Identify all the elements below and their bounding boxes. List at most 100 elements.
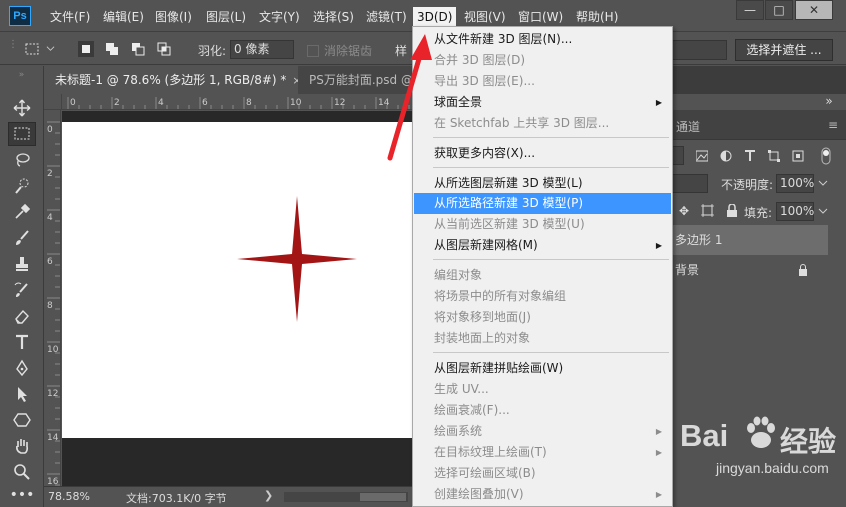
toolbar-grip-icon[interactable]: » [6,70,38,90]
close-window-button[interactable]: ✕ [795,0,833,20]
menu-select[interactable]: 选择(S) [313,8,354,26]
menu-view[interactable]: 视图(V) [464,8,506,26]
shape-tool[interactable] [8,408,36,432]
scrollbar-thumb[interactable] [360,493,406,501]
add-to-selection-icon[interactable] [104,41,120,57]
panel-collapse-icon[interactable]: » [822,94,836,108]
menu-item-merge-3d-layers[interactable]: 合并 3D 图层(D) [414,50,671,71]
menu-item-new-mesh-from-layer[interactable]: 从图层新建网格(M) ▶ [414,235,671,256]
adjustment-filter-icon[interactable] [720,150,732,162]
menu-item-get-more-content[interactable]: 获取更多内容(X)... [414,143,671,164]
lock-position-icon[interactable]: ✥ [677,204,691,218]
move-tool[interactable] [8,96,36,120]
menu-edit[interactable]: 编辑(E) [103,8,144,26]
menu-item-new-3d-from-layer[interactable]: 从所选图层新建 3D 模型(L) [414,173,671,194]
filter-toggle-icon[interactable] [820,147,832,165]
menu-item-paint-on-target-texture[interactable]: 在目标纹理上绘画(T) ▶ [414,442,671,463]
blend-mode-select[interactable] [670,174,708,193]
panel-menu-icon[interactable]: ≡ [828,118,838,132]
intersect-selection-icon[interactable] [156,41,172,57]
menu-item-export-3d-layer[interactable]: 导出 3D 图层(E)... [414,71,671,92]
shape-filter-icon[interactable] [768,150,780,162]
quick-selection-tool[interactable] [8,174,36,198]
pen-tool[interactable] [8,356,36,380]
chevron-down-icon[interactable] [818,206,828,216]
menu-help[interactable]: 帮助(H) [576,8,618,26]
layer-row-background[interactable]: 背景 [670,255,846,285]
type-tool[interactable] [8,330,36,354]
horizontal-scrollbar[interactable] [284,492,408,502]
move-icon [13,99,31,117]
menu-item-create-painting-overlay[interactable]: 创建绘图叠加(V) ▶ [414,484,671,505]
document-canvas[interactable] [62,122,412,438]
menu-type[interactable]: 文字(Y) [259,8,300,26]
antialias-checkbox[interactable]: 消除锯齿 [307,42,372,59]
minimize-button[interactable]: — [736,0,764,20]
stamp-tool[interactable] [8,252,36,276]
image-filter-icon[interactable] [696,150,708,162]
menu-item-new-3d-from-selection[interactable]: 从当前选区新建 3D 模型(U) [414,214,671,235]
tab-untitled-1[interactable]: 未标题-1 @ 78.6% (多边形 1, RGB/8#) * × [44,66,302,94]
fill-label: 填充: [744,206,773,220]
zoom-icon [14,464,30,480]
history-brush-tool[interactable] [8,278,36,302]
menu-item-spherical-panorama[interactable]: 球面全景 ▶ [414,92,671,113]
menu-item-new-tiled-painting[interactable]: 从图层新建拼贴绘画(W) [414,358,671,379]
menu-item-paint-system[interactable]: 绘画系统 ▶ [414,421,671,442]
ruler-tick-label: 8 [246,98,252,108]
chevron-down-icon[interactable] [46,44,55,53]
zoom-tool[interactable] [8,460,36,484]
menu-item-group-all-objects[interactable]: 将场景中的所有对象编组 [414,286,671,307]
lock-artboard-icon[interactable] [701,204,714,217]
height-field[interactable] [672,40,727,60]
submenu-arrow-icon: ▶ [655,448,662,457]
horizontal-ruler: 0246810121416 [62,94,412,110]
four-point-star-shape[interactable] [237,196,357,322]
select-and-mask-button[interactable]: 选择并遮住 ... [735,39,833,61]
maximize-button[interactable]: □ [765,0,793,20]
menu-item-generate-uv[interactable]: 生成 UV... [414,379,671,400]
feather-input[interactable]: 0 像素 [230,40,294,59]
ruler-tick-label: 6 [47,257,53,267]
path-selection-tool[interactable] [8,382,36,406]
rectangular-marquee-tool[interactable] [8,122,36,146]
lock-all-icon[interactable] [726,204,738,217]
zoom-level[interactable]: 78.58% [48,490,90,503]
menu-window[interactable]: 窗口(W) [518,8,563,26]
ruler-tick-label: 8 [47,301,53,311]
menu-layer[interactable]: 图层(L) [206,8,246,26]
eyedropper-tool[interactable] [8,200,36,224]
opacity-input[interactable]: 100% [776,174,814,193]
ruler-tick-label: 14 [378,98,390,108]
ruler-ticks: 0246810121416 [67,97,410,109]
brush-tool[interactable] [8,226,36,250]
layer-row-polygon[interactable]: 多边形 1 [670,225,828,255]
new-selection-icon[interactable] [78,41,94,57]
menu-item-paint-falloff[interactable]: 绘画衰减(F)... [414,400,671,421]
chevron-down-icon[interactable] [818,178,828,188]
menu-item-select-paintable-areas[interactable]: 选择可绘画区域(B) [414,463,671,484]
type-filter-icon[interactable] [744,150,756,162]
smart-object-filter-icon[interactable] [792,150,804,162]
hand-tool[interactable] [8,434,36,458]
menu-file[interactable]: 文件(F) [50,8,90,26]
menu-item-share-sketchfab[interactable]: 在 Sketchfab 上共享 3D 图层... [414,113,671,134]
more-tools-icon[interactable]: ••• [8,486,36,504]
rect-marquee-preset-icon[interactable] [24,41,40,57]
menu-item-new-3d-from-path[interactable]: 从所选路径新建 3D 模型(P) [414,193,671,214]
menu-item-label: 封装地面上的对象 [434,331,531,345]
menu-item-group-objects[interactable]: 编组对象 [414,265,671,286]
menu-filter[interactable]: 滤镜(T) [366,8,407,26]
menu-3d[interactable]: 3D(D) [413,7,457,27]
lasso-tool[interactable] [8,148,36,172]
menu-item-pack-objects-ground[interactable]: 封装地面上的对象 [414,328,671,349]
menu-image[interactable]: 图像(I) [155,8,192,26]
tab-ps-cover[interactable]: PS万能封面.psd @ [298,66,418,94]
subtract-selection-icon[interactable] [130,41,146,57]
menu-item-move-to-ground[interactable]: 将对象移到地面(J) [414,307,671,328]
status-menu-arrow-icon[interactable]: ❯ [264,489,273,502]
fill-input[interactable]: 100% [776,202,814,221]
menu-item-new-3d-layer-from-file[interactable]: 从文件新建 3D 图层(N)... [414,29,671,50]
tab-channels[interactable]: 通道 [676,118,700,135]
eraser-tool[interactable] [8,304,36,328]
